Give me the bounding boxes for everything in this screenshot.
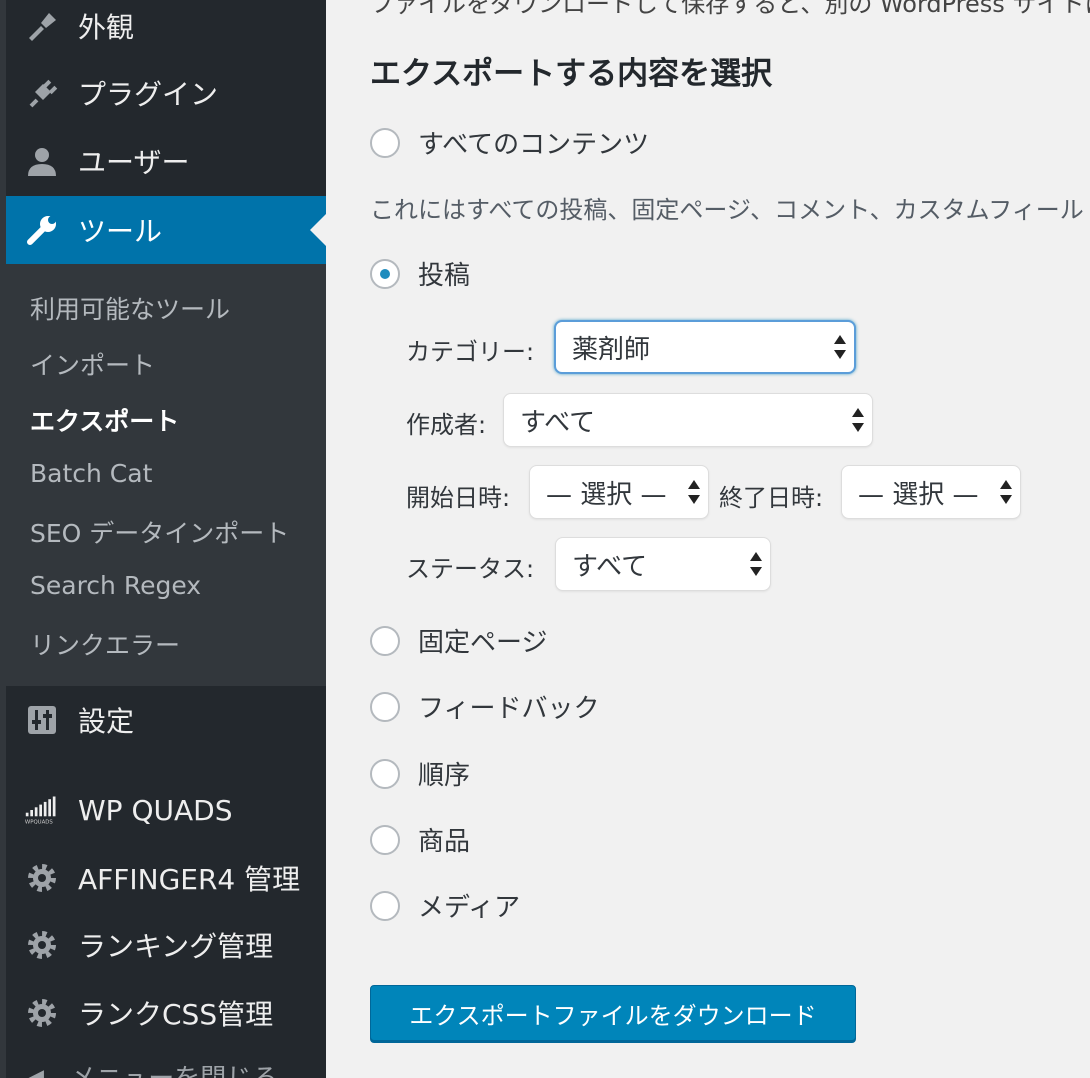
submenu-item-seo-data-import[interactable]: SEO データインポート xyxy=(30,514,289,550)
menu-label: プラグイン xyxy=(78,78,219,111)
select-arrows-icon xyxy=(1000,478,1012,506)
start-date-select[interactable]: — 選択 — xyxy=(529,465,709,519)
submenu-item-search-regex[interactable]: Search Regex xyxy=(30,571,201,600)
menu-label: ユーザー xyxy=(78,146,190,179)
menu-item-rank-css[interactable]: ランクCSS管理 xyxy=(6,979,326,1047)
submenu-item-export[interactable]: エクスポート xyxy=(30,402,179,438)
menu-label: 外観 xyxy=(78,11,135,44)
radio-posts-label[interactable]: 投稿 xyxy=(418,255,470,292)
radio-products-label[interactable]: 商品 xyxy=(418,821,470,858)
user-icon xyxy=(24,143,60,179)
category-select[interactable]: 薬剤師 xyxy=(554,320,856,374)
select-arrows-icon xyxy=(852,406,864,434)
paintbrush-icon xyxy=(24,8,60,44)
submenu-item-available-tools[interactable]: 利用可能なツール xyxy=(30,290,230,326)
author-select-value: すべて xyxy=(520,407,596,438)
menu-label: AFFINGER4 管理 xyxy=(78,863,301,896)
wrench-icon xyxy=(24,212,60,248)
submenu-item-batch-cat[interactable]: Batch Cat xyxy=(30,459,152,488)
menu-item-users[interactable]: ユーザー xyxy=(6,127,326,195)
radio-feedback-label[interactable]: フィードバック xyxy=(418,688,599,725)
author-label: 作成者: xyxy=(406,411,487,439)
author-select[interactable]: すべて xyxy=(503,393,873,447)
radio-order[interactable] xyxy=(370,759,400,789)
submenu-item-link-errors[interactable]: リンクエラー xyxy=(30,626,180,662)
collapse-icon: ◀ xyxy=(24,1064,44,1078)
radio-posts[interactable] xyxy=(370,259,400,289)
menu-item-appearance[interactable]: 外観 xyxy=(6,0,326,60)
tools-submenu: 利用可能なツール インポート エクスポート Batch Cat SEO データイ… xyxy=(6,264,326,686)
start-date-label: 開始日時: xyxy=(406,484,511,512)
category-label: カテゴリー: xyxy=(406,338,535,366)
end-date-select[interactable]: — 選択 — xyxy=(841,465,1021,519)
menu-item-plugins[interactable]: プラグイン xyxy=(6,59,326,127)
radio-media[interactable] xyxy=(370,891,400,921)
gear-icon xyxy=(24,995,60,1031)
select-arrows-icon xyxy=(688,478,700,506)
collapse-menu-label: メニューを閉じる xyxy=(70,1064,278,1078)
gear-icon xyxy=(24,860,60,896)
radio-all-content-label[interactable]: すべてのコンテンツ xyxy=(418,124,649,161)
menu-label: ランクCSS管理 xyxy=(78,998,274,1031)
collapse-menu-button[interactable]: ◀ メニューを閉じる xyxy=(24,1058,278,1078)
menu-item-settings[interactable]: 設定 xyxy=(6,686,326,754)
menu-label: ツール xyxy=(78,215,163,248)
start-date-select-value: — 選択 — xyxy=(546,479,667,510)
status-label: ステータス: xyxy=(406,555,535,583)
category-select-value: 薬剤師 xyxy=(572,334,651,365)
radio-order-label[interactable]: 順序 xyxy=(418,755,470,792)
select-arrows-icon xyxy=(834,333,846,361)
radio-pages[interactable] xyxy=(370,626,400,656)
select-arrows-icon xyxy=(750,550,762,578)
page-heading: エクスポートする内容を選択 xyxy=(370,56,773,92)
export-content: ファイルをダウンロードして保存すると、別の WordPress サイトにインポー… xyxy=(326,0,1090,1078)
intro-text: ファイルをダウンロードして保存すると、別の WordPress サイトにインポー… xyxy=(370,0,1090,18)
status-select-value: すべて xyxy=(572,551,648,582)
gear-icon xyxy=(24,927,60,963)
wpquads-icon-text: WPQUADS xyxy=(25,820,54,826)
download-export-button[interactable]: エクスポートファイルをダウンロード xyxy=(370,985,856,1041)
radio-all-content[interactable] xyxy=(370,128,400,158)
radio-pages-label[interactable]: 固定ページ xyxy=(418,622,547,659)
radio-media-label[interactable]: メディア xyxy=(418,887,520,924)
menu-item-affinger4[interactable]: AFFINGER4 管理 xyxy=(6,844,326,912)
plugin-icon xyxy=(24,75,60,111)
all-content-description: これにはすべての投稿、固定ページ、コメント、カスタムフィールド xyxy=(370,196,1090,224)
radio-feedback[interactable] xyxy=(370,692,400,722)
menu-label: ランキング管理 xyxy=(78,930,274,963)
settings-sliders-icon xyxy=(24,702,60,738)
radio-products[interactable] xyxy=(370,825,400,855)
menu-label: WP QUADS xyxy=(78,793,233,827)
menu-item-ranking[interactable]: ランキング管理 xyxy=(6,911,326,979)
menu-item-wp-quads[interactable]: WPQUADS WP QUADS xyxy=(6,776,326,844)
submenu-item-import[interactable]: インポート xyxy=(30,346,155,382)
status-select[interactable]: すべて xyxy=(555,537,771,591)
menu-item-tools[interactable]: ツール xyxy=(6,196,326,264)
end-date-label: 終了日時: xyxy=(719,484,824,512)
end-date-select-value: — 選択 — xyxy=(858,479,979,510)
menu-label: 設定 xyxy=(78,705,135,738)
admin-sidebar: 外観 プラグイン ユーザー ツール 利用可能なツール インポート エクスポート … xyxy=(0,0,326,1078)
wpquads-icon: WPQUADS xyxy=(24,792,60,828)
